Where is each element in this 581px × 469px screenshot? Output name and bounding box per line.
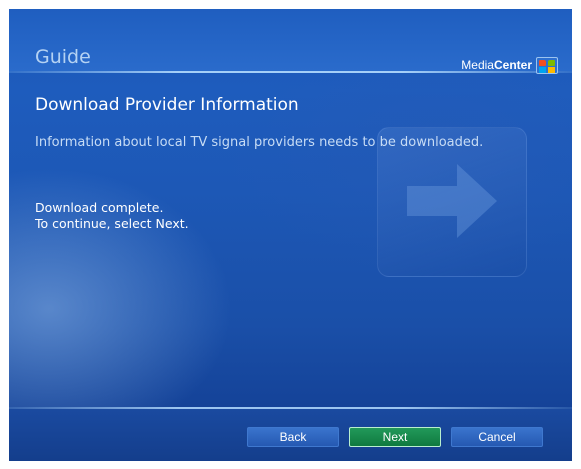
windows-flag-icon <box>536 56 558 74</box>
status-line-2: To continue, select Next. <box>35 216 189 231</box>
section-description: Information about local TV signal provid… <box>35 135 484 150</box>
logo-text: MediaCenter <box>461 58 532 72</box>
cancel-button[interactable]: Cancel <box>451 427 543 447</box>
status-line-1: Download complete. <box>35 200 164 215</box>
media-center-window: Guide MediaCenter Download Provider Info… <box>9 9 572 461</box>
status-message: Download complete. To continue, select N… <box>35 200 189 232</box>
logo-text-media: Media <box>461 58 494 72</box>
logo-text-center: Center <box>493 58 532 72</box>
section-heading: Download Provider Information <box>35 95 299 115</box>
back-button[interactable]: Back <box>247 427 339 447</box>
page-title: Guide <box>35 46 91 68</box>
media-center-logo: MediaCenter <box>461 56 558 74</box>
next-button[interactable]: Next <box>349 427 441 447</box>
